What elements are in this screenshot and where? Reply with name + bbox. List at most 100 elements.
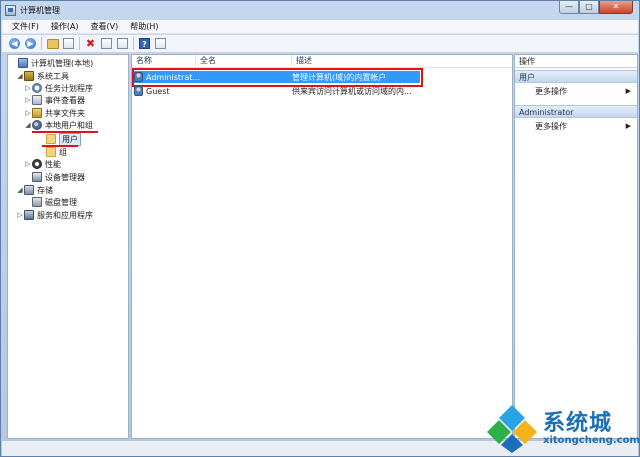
actions-title: 操作 — [515, 55, 637, 68]
title-bar[interactable]: 计算机管理 — □ ✕ — [1, 1, 639, 19]
toolbar-separator — [41, 37, 42, 50]
column-header-name[interactable]: 名称 — [132, 55, 196, 68]
tree-item-label: 设备管理器 — [45, 172, 85, 182]
more-actions-users[interactable]: 更多操作 ▶ — [515, 85, 637, 98]
tree-item-performance[interactable]: ▷ 性能 — [24, 158, 61, 170]
watermark: 系统城 xitongcheng.com — [487, 403, 640, 453]
list-row-guest[interactable]: Guest 供来宾访问计算机或访问域的内... — [134, 85, 420, 97]
properties-icon — [101, 38, 112, 49]
export-icon — [117, 38, 128, 49]
more-actions-administrator[interactable]: 更多操作 ▶ — [515, 120, 637, 133]
services-icon — [24, 210, 34, 220]
show-tree-button[interactable] — [62, 37, 75, 50]
window-controls: — □ ✕ — [559, 1, 633, 14]
properties-button[interactable] — [100, 37, 113, 50]
tree-item-label: 事件查看器 — [45, 95, 85, 105]
tree-item-groups[interactable]: 组 — [38, 146, 67, 158]
column-header-description[interactable]: 描述 — [292, 55, 512, 68]
disk-icon — [32, 197, 42, 207]
collapse-icon[interactable]: ◢ — [16, 186, 24, 194]
clock-icon — [32, 83, 42, 93]
tree-item-system-tools[interactable]: ◢ 系统工具 — [16, 70, 69, 82]
tree-item-shared-folders[interactable]: ▷ 共享文件夹 — [24, 107, 85, 119]
folder-icon — [46, 134, 56, 144]
menu-action[interactable]: 操作(A) — [51, 21, 79, 32]
help-button[interactable]: ? — [138, 37, 151, 50]
tree-item-users[interactable]: 用户 — [38, 132, 81, 146]
toolbar-separator — [79, 37, 80, 50]
actions-pane: 操作 用户 更多操作 ▶ Administrator 更多操作 ▶ — [514, 54, 638, 439]
menu-bar: 文件(F) 操作(A) 查看(V) 帮助(H) — [2, 20, 638, 34]
show-action-pane-button[interactable] — [154, 37, 167, 50]
submenu-arrow-icon: ▶ — [625, 122, 631, 130]
tools-icon — [24, 71, 34, 81]
tree-item-event-viewer[interactable]: ▷ 事件查看器 — [24, 94, 85, 106]
tree-item-services-apps[interactable]: ▷ 服务和应用程序 — [16, 209, 93, 221]
maximize-button[interactable]: □ — [579, 1, 599, 14]
window-title: 计算机管理 — [20, 5, 60, 15]
user-name-cell: Guest — [134, 86, 259, 96]
tree-item-label: 计算机管理(本地) — [31, 58, 94, 68]
toolbar-separator — [133, 37, 134, 50]
export-button[interactable] — [116, 37, 129, 50]
column-header-fullname[interactable]: 全名 — [196, 55, 292, 68]
tree-item-label: 磁盘管理 — [45, 197, 77, 207]
action-pane-icon — [155, 38, 166, 49]
users-icon — [32, 120, 42, 130]
menu-help[interactable]: 帮助(H) — [130, 21, 158, 32]
tree-item-label: 组 — [59, 147, 67, 157]
column-headers: 名称 全名 描述 — [132, 55, 512, 68]
expand-icon[interactable]: ▷ — [16, 211, 24, 219]
computer-management-window: 计算机管理 — □ ✕ 文件(F) 操作(A) 查看(V) 帮助(H) ◀ ▶ … — [0, 0, 640, 457]
watermark-brand: 系统城 — [543, 411, 613, 436]
delete-button[interactable]: ✖ — [84, 37, 97, 50]
console-tree-icon — [63, 38, 74, 49]
menu-view[interactable]: 查看(V) — [91, 21, 119, 32]
tree-item-label: 性能 — [45, 159, 61, 169]
expand-icon[interactable]: ▷ — [24, 160, 32, 168]
tree-item-disk-management[interactable]: 磁盘管理 — [24, 196, 77, 208]
delete-icon: ✖ — [85, 37, 96, 50]
tree-item-label: 系统工具 — [37, 71, 69, 81]
tree-item-device-manager[interactable]: 设备管理器 — [24, 171, 85, 183]
submenu-arrow-icon: ▶ — [625, 87, 631, 95]
arrow-right-icon: ▶ — [25, 38, 36, 49]
computer-management-icon — [5, 4, 16, 16]
forward-button[interactable]: ▶ — [24, 37, 37, 50]
user-description: 供来宾访问计算机或访问域的内... — [292, 86, 412, 96]
actions-group-users[interactable]: 用户 — [515, 70, 637, 83]
tree-item-storage[interactable]: ◢ 存储 — [16, 184, 53, 196]
user-icon — [134, 86, 143, 96]
tree-item-label: 用户 — [59, 132, 81, 146]
expand-icon[interactable]: ▷ — [24, 96, 32, 104]
actions-group-administrator[interactable]: Administrator — [515, 105, 637, 118]
watermark-logo-icon — [487, 405, 537, 453]
performance-icon — [32, 159, 42, 169]
folder-icon — [46, 147, 56, 157]
storage-icon — [24, 185, 34, 195]
tree-item-label: 存储 — [37, 185, 53, 195]
tree-item-task-scheduler[interactable]: ▷ 任务计划程序 — [24, 82, 93, 94]
minimize-button[interactable]: — — [559, 1, 579, 14]
up-button[interactable] — [46, 37, 59, 50]
help-icon: ? — [139, 38, 150, 49]
close-button[interactable]: ✕ — [599, 1, 633, 14]
folder-up-icon — [46, 38, 59, 49]
action-label: 更多操作 — [535, 122, 567, 131]
toolbar: ◀ ▶ ✖ ? — [2, 35, 638, 53]
menu-file[interactable]: 文件(F) — [12, 21, 39, 32]
back-button[interactable]: ◀ — [8, 37, 21, 50]
tree-item-label: 服务和应用程序 — [37, 210, 93, 220]
expand-icon[interactable]: ▷ — [24, 109, 32, 117]
user-list-view[interactable]: 名称 全名 描述 Administrat... 管理计算机(域)的内置帐户 Gu… — [131, 54, 513, 439]
tree-item-label: 任务计划程序 — [45, 83, 93, 93]
tree-item-computer-management[interactable]: 计算机管理(本地) — [10, 57, 93, 69]
collapse-icon[interactable]: ◢ — [24, 121, 32, 129]
arrow-left-icon: ◀ — [9, 38, 20, 49]
expand-icon[interactable]: ▷ — [24, 84, 32, 92]
collapse-icon[interactable]: ◢ — [16, 72, 24, 80]
shared-folder-icon — [32, 108, 42, 118]
action-label: 更多操作 — [535, 87, 567, 96]
console-tree[interactable]: 计算机管理(本地) ◢ 系统工具 ▷ 任务计划程序 ▷ 事件查看器 ▷ 共享文件… — [7, 54, 129, 439]
tree-item-local-users-groups[interactable]: ◢ 本地用户和组 — [24, 119, 93, 131]
